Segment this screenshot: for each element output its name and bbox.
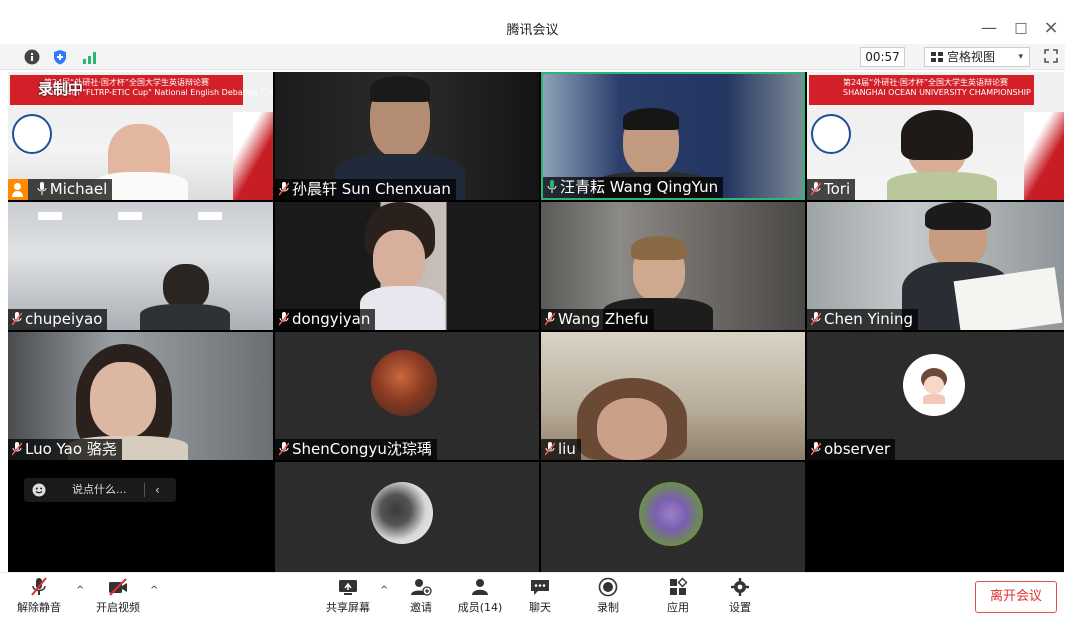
participant-name-observer: observer <box>807 439 896 460</box>
chat-button[interactable]: 聊天 <box>526 577 554 615</box>
shield-icon[interactable] <box>52 49 68 65</box>
fullscreen-icon[interactable] <box>1044 49 1058 63</box>
participant-name-liu: liu <box>541 439 581 460</box>
video-tile-wang-qingyun[interactable]: 汪青耘 Wang QingYun <box>541 72 805 200</box>
competition-banner: 第24届“外研社·国才杯”全国大学生英语辩论赛 SHANGHAI OCEAN UN… <box>807 72 1064 112</box>
chat-placeholder: 说点什么... <box>72 483 127 496</box>
video-tile-sun-chenxuan[interactable]: 孙晨轩 Sun Chenxuan <box>275 72 539 200</box>
avatar <box>639 482 703 546</box>
mic-icon <box>37 182 47 195</box>
apps-icon <box>670 577 688 595</box>
mic-muted-icon <box>31 577 47 596</box>
meeting-toolbar: 解除静音 ^ 开启视频 ^ 共享屏幕 ^ 邀请 成员(14) 聊天 录制 应用 … <box>0 572 1065 619</box>
record-button[interactable]: 录制 <box>594 577 622 615</box>
chevron-up-icon[interactable]: ^ <box>76 585 84 596</box>
mic-muted-icon <box>279 182 289 196</box>
leave-meeting-button[interactable]: 离开会议 <box>975 581 1057 613</box>
add-user-icon <box>411 579 432 596</box>
video-tile-chen-yining[interactable]: Chen Yining <box>807 202 1064 330</box>
chevron-up-icon[interactable]: ^ <box>150 585 158 596</box>
record-icon <box>598 577 618 597</box>
mic-muted-icon <box>811 442 821 456</box>
grid-view-icon <box>931 52 943 63</box>
gear-icon <box>731 578 749 596</box>
video-tile-partial[interactable] <box>541 462 805 572</box>
invite-button[interactable]: 邀请 <box>404 577 438 615</box>
video-tile-observer[interactable]: observer <box>807 332 1064 460</box>
participant-name-chen-yining: Chen Yining <box>807 309 918 330</box>
video-tile-luo-yao[interactable]: Luo Yao 骆尧 <box>8 332 273 460</box>
video-tile-wang-zhefu[interactable]: Wang Zhefu <box>541 202 805 330</box>
apps-button[interactable]: 应用 <box>664 577 692 615</box>
participant-name-dongyiyan: dongyiyan <box>275 309 376 330</box>
participant-name-michael: Michael <box>8 179 113 200</box>
video-tile-chupeiyao[interactable]: chupeiyao <box>8 202 273 330</box>
maximize-button[interactable]: □ <box>1010 18 1032 38</box>
video-tile-shen-congyu[interactable]: ShenCongyu沈琮瑀 <box>275 332 539 460</box>
close-button[interactable]: × <box>1040 18 1062 38</box>
mic-muted-icon <box>12 442 22 456</box>
avatar <box>371 350 437 416</box>
share-screen-button[interactable]: 共享屏幕 <box>322 577 374 615</box>
mic-muted-icon <box>279 442 289 456</box>
participant-name-luo-yao: Luo Yao 骆尧 <box>8 439 122 460</box>
video-tile-dongyiyan[interactable]: dongyiyan <box>275 202 539 330</box>
chevron-left-icon[interactable]: ‹ <box>155 478 160 502</box>
chevron-up-icon[interactable]: ^ <box>380 585 388 596</box>
participant-name-chupeiyao: chupeiyao <box>8 309 108 330</box>
participant-name-sun-chenxuan: 孙晨轩 Sun Chenxuan <box>275 179 456 200</box>
title-bar: 腾讯会议 — □ × <box>0 12 1065 44</box>
video-tile-liu[interactable]: liu <box>541 332 805 460</box>
meeting-timer: 00:57 <box>860 47 905 67</box>
members-icon <box>472 579 488 595</box>
mic-muted-icon <box>12 312 22 326</box>
info-icon[interactable] <box>24 49 40 65</box>
participant-name-tori: Tori <box>807 179 856 200</box>
view-mode-label: 宫格视图 <box>947 50 996 64</box>
members-button[interactable]: 成员(14) <box>452 577 508 615</box>
empty-tile <box>807 462 1064 572</box>
mic-muted-icon <box>811 312 821 326</box>
share-screen-icon <box>339 580 357 595</box>
mic-muted-icon <box>545 442 555 456</box>
chat-input-bar[interactable]: 说点什么... ‹ <box>24 478 176 502</box>
participant-name-wang-zhefu: Wang Zhefu <box>541 309 654 330</box>
avatar <box>371 482 433 544</box>
chat-icon <box>531 580 549 595</box>
settings-button[interactable]: 设置 <box>726 577 754 615</box>
start-video-button[interactable]: 开启视频 <box>92 577 144 615</box>
mic-active-icon <box>547 180 557 193</box>
host-icon <box>8 179 28 200</box>
unmute-button[interactable]: 解除静音 <box>16 577 62 615</box>
meeting-window: 腾讯会议 — □ × 00:57 宫格视图 ▾ 第24届“外研社·国才杯”全国大… <box>0 0 1065 619</box>
university-logo <box>12 114 52 154</box>
signal-icon[interactable] <box>82 49 98 65</box>
mic-muted-icon <box>545 312 555 326</box>
chevron-down-icon: ▾ <box>1018 52 1023 62</box>
participant-name-shen-congyu: ShenCongyu沈琮瑀 <box>275 439 437 460</box>
university-logo <box>811 114 851 154</box>
mic-muted-icon <box>811 182 821 196</box>
participant-name-wang-qingyun: 汪青耘 Wang QingYun <box>543 177 724 198</box>
info-bar: 00:57 宫格视图 ▾ <box>0 44 1065 70</box>
video-tile-michael[interactable]: 第24届“外研社·国才杯”全国大学生英语辩论赛 The 24th "FLTRP-E… <box>8 72 273 200</box>
camera-off-icon <box>109 578 127 596</box>
video-tile-partial[interactable] <box>275 462 539 572</box>
view-mode-dropdown[interactable]: 宫格视图 ▾ <box>924 47 1030 67</box>
minimize-button[interactable]: — <box>978 18 1000 38</box>
emoji-icon[interactable] <box>32 483 46 497</box>
video-tile-tori[interactable]: 第24届“外研社·国才杯”全国大学生英语辩论赛 SHANGHAI OCEAN UN… <box>807 72 1064 200</box>
recording-label: 录制中 <box>38 80 84 98</box>
mic-muted-icon <box>279 312 289 326</box>
avatar <box>903 354 965 416</box>
window-title: 腾讯会议 <box>506 23 559 38</box>
